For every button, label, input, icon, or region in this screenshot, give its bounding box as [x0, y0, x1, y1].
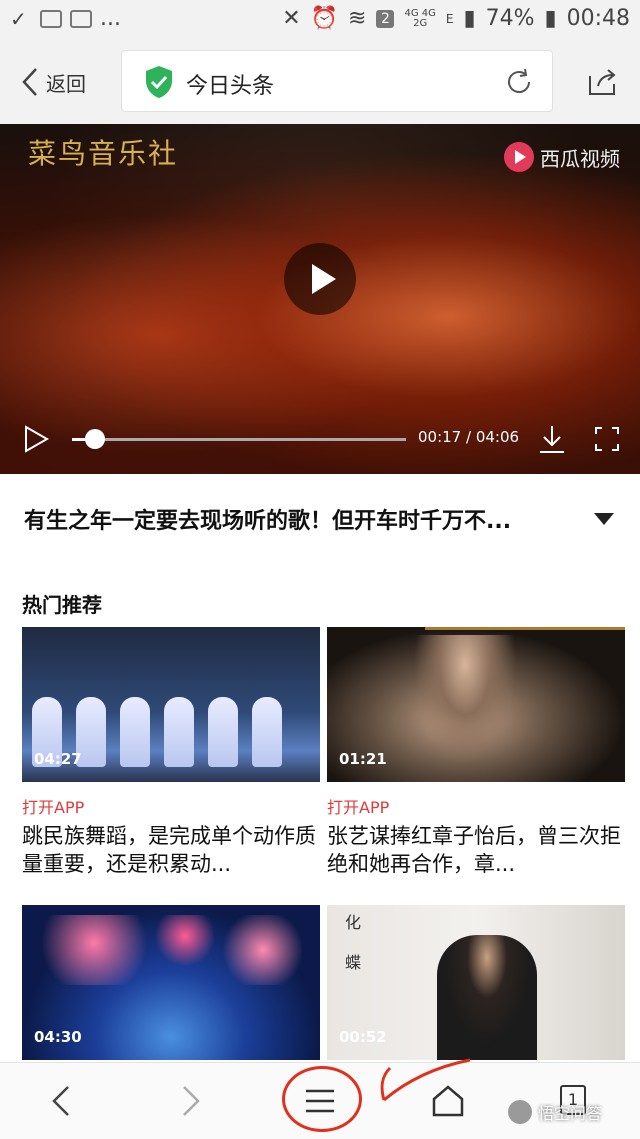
video-thumbnail[interactable]: 化蝶 00:52: [327, 905, 625, 1060]
network-e: E: [445, 11, 454, 26]
mute-icon: ✕: [282, 6, 301, 31]
play-overlay-button[interactable]: [284, 243, 356, 315]
video-card[interactable]: 04:27 打开APP 跳民族舞蹈，是完成单个动作质量重要，还是积累动...: [22, 627, 320, 878]
share-icon[interactable]: [586, 66, 618, 98]
watermark-logo-icon: [508, 1100, 532, 1124]
video-time: 00:17 / 04:06: [418, 428, 520, 446]
download-icon[interactable]: [538, 424, 566, 454]
video-duration: 01:21: [339, 750, 387, 768]
annotation-arrow: [380, 1058, 471, 1102]
annotation-circle: [282, 1066, 362, 1132]
battery-level: 74%: [485, 6, 535, 31]
video-thumbnail[interactable]: 01:21: [327, 627, 625, 782]
video-thumbnail[interactable]: 04:30: [22, 905, 320, 1060]
battery-icon: ▮: [544, 6, 557, 31]
play-icon[interactable]: [22, 425, 50, 453]
expand-caret-icon[interactable]: [594, 513, 614, 525]
video-duration: 04:27: [34, 750, 82, 768]
shield-check-icon: [146, 66, 172, 98]
article-headline[interactable]: 有生之年一定要去现场听的歌！但开车时千万不...: [24, 503, 584, 535]
video-card[interactable]: 01:21 打开APP 张艺谋捧红章子怡后，曾三次拒绝和她再合作，章...: [327, 627, 625, 878]
open-app-link[interactable]: 打开APP: [22, 794, 320, 818]
alarm-icon: ⏰: [310, 6, 339, 31]
video-card[interactable]: 化蝶 00:52: [327, 905, 625, 1060]
xigua-watermark: 西瓜视频: [504, 142, 620, 172]
image-icon: [70, 9, 92, 28]
watermark: 悟空问答: [508, 1100, 602, 1124]
back-button[interactable]: 返回: [20, 66, 86, 98]
video-duration: 04:30: [34, 1028, 82, 1046]
fullscreen-icon[interactable]: [594, 426, 620, 452]
page-title: 今日头条: [186, 74, 275, 99]
forward-nav-icon[interactable]: [172, 1083, 208, 1119]
sim-badge: 2: [376, 9, 395, 28]
xigua-logo-icon: [504, 142, 534, 172]
video-progress-bar[interactable]: [72, 429, 406, 449]
video-title[interactable]: 跳民族舞蹈，是完成单个动作质量重要，还是积累动...: [22, 822, 320, 878]
video-thumbnail[interactable]: 04:27: [22, 627, 320, 782]
browser-toolbar: 返回 今日头条: [0, 40, 640, 125]
image-icon: [40, 9, 62, 28]
video-duration: 00:52: [339, 1028, 387, 1046]
video-title[interactable]: 张艺谋捧红章子怡后，曾三次拒绝和她再合作，章...: [327, 822, 625, 878]
chevron-left-icon: [22, 68, 37, 96]
network-type: 4G 4G 2G: [404, 7, 436, 29]
video-player[interactable]: 菜鸟音乐社 西瓜视频 00:17 / 04:06: [0, 124, 640, 474]
signal-icon: ▮: [463, 6, 476, 31]
wifi-icon: ≋: [348, 6, 367, 31]
clock: 00:48: [566, 6, 630, 31]
status-bar: ✓ ... ✕ ⏰ ≋ 2 4G 4G 2G E ▮ 74% ▮ 00:48: [0, 0, 640, 40]
open-app-link[interactable]: 打开APP: [327, 794, 625, 818]
back-label: 返回: [46, 71, 86, 96]
section-title: 热门推荐: [22, 593, 102, 617]
video-card[interactable]: 04:30: [22, 905, 320, 1060]
check-icon: ✓: [10, 6, 27, 31]
address-bar[interactable]: 今日头条: [121, 50, 553, 112]
back-nav-icon[interactable]: [44, 1083, 80, 1119]
channel-watermark: 菜鸟音乐社: [28, 137, 179, 170]
more-notifications: ...: [100, 6, 121, 31]
reload-icon[interactable]: [504, 67, 534, 97]
